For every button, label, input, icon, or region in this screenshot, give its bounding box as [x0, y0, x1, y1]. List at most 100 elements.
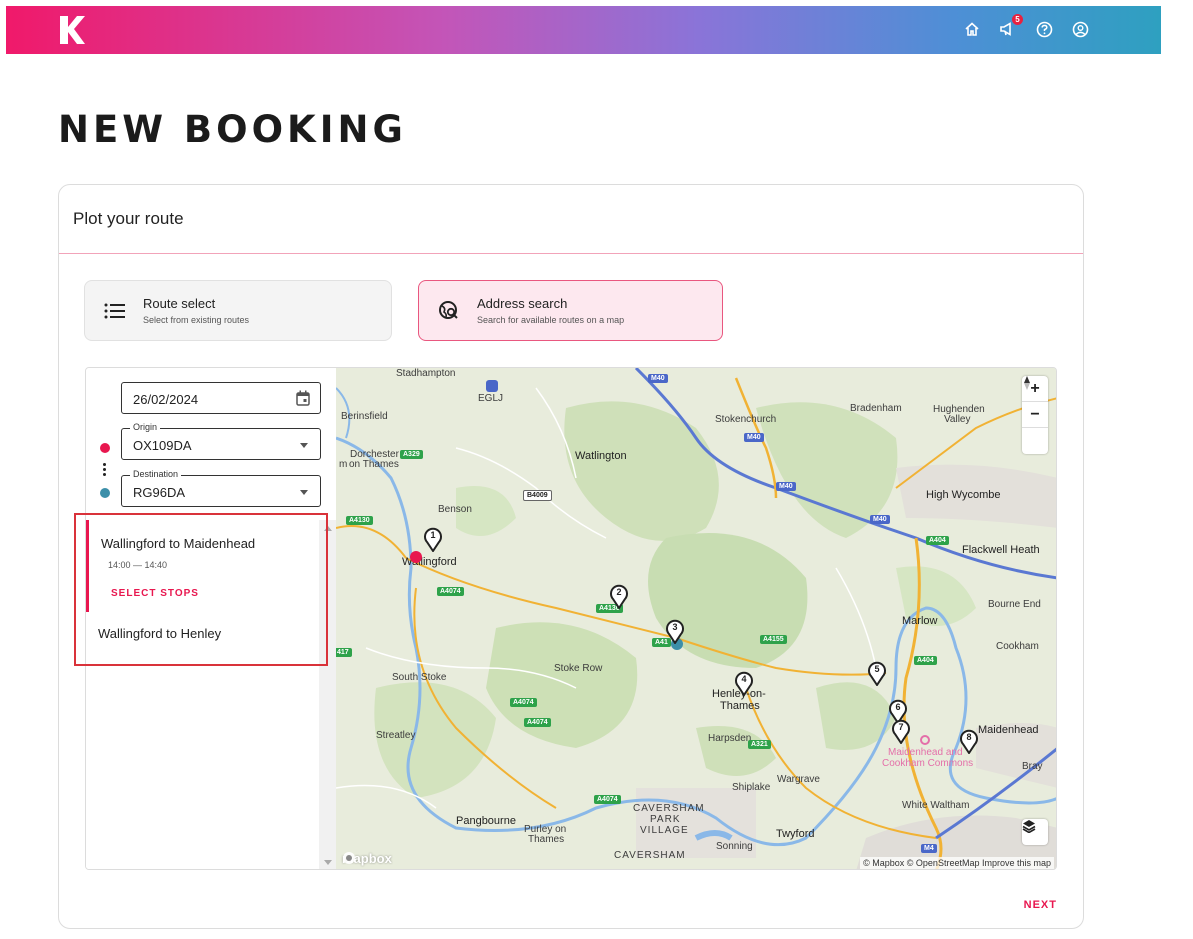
origin-value: OX109DA: [133, 438, 192, 453]
road-shield: A404: [914, 656, 937, 665]
chevron-down-icon: [300, 443, 308, 448]
mapbox-icon: [343, 852, 355, 864]
route-select-title: Route select: [143, 296, 216, 311]
road-shield: M40: [744, 433, 764, 442]
map-label: Twyford: [776, 828, 815, 840]
destination-label: Destination: [130, 469, 182, 479]
map-label: VILLAGE: [640, 825, 689, 836]
map-label: Harpsden: [708, 733, 752, 744]
address-search-title: Address search: [477, 296, 568, 311]
road-shield: A4074: [437, 587, 464, 596]
map-label: Stoke Row: [554, 663, 603, 674]
origin-label: Origin: [130, 422, 161, 432]
road-shield: M40: [776, 482, 796, 491]
home-icon[interactable]: [961, 18, 983, 40]
map-label: Berinsfield: [341, 411, 388, 422]
list-icon: [103, 299, 127, 323]
page-title: NEW BOOKING: [58, 108, 407, 151]
route-select-button[interactable]: Route select Select from existing routes: [84, 280, 392, 341]
map-label: Thames: [528, 834, 565, 845]
map-label: Cookham Commons: [882, 758, 974, 769]
road-shield: A4130: [346, 516, 373, 525]
scroll-down-icon[interactable]: [324, 860, 332, 865]
map-label: Wargrave: [777, 774, 820, 785]
map-label: CAVERSHAM: [633, 803, 705, 814]
layers-button[interactable]: [1022, 819, 1048, 845]
map-label: Shiplake: [732, 782, 771, 793]
map-label: Watlington: [575, 450, 627, 462]
help-icon[interactable]: [1033, 18, 1055, 40]
origin-select[interactable]: Origin OX109DA: [121, 422, 321, 460]
logo[interactable]: [58, 14, 86, 46]
top-navigation-bar: 5: [6, 6, 1161, 54]
map-zoom-controls: + −: [1022, 376, 1048, 454]
compass-icon: [1024, 376, 1030, 390]
address-search-button[interactable]: Address search Search for available rout…: [418, 280, 723, 341]
map-label: Stadhampton: [396, 368, 456, 379]
map-label: Bradenham: [850, 403, 902, 414]
origin-marker-dot: [100, 443, 110, 453]
road-shield: A4074: [510, 698, 537, 707]
map-label: Maidenhead: [978, 724, 1039, 736]
route-map[interactable]: Stadhampton EGLJ Berinsfield Dorchester …: [336, 368, 1056, 869]
globe-search-icon: [437, 299, 461, 323]
map-attribution[interactable]: © Mapbox © OpenStreetMap Improve this ma…: [860, 857, 1054, 869]
road-shield: M40: [648, 374, 668, 383]
map-label: EGLJ: [478, 393, 504, 404]
megaphone-icon[interactable]: 5: [997, 14, 1023, 40]
selection-highlight-box: [74, 513, 328, 666]
road-shield: M40: [870, 515, 890, 524]
road-shield: B4009: [523, 490, 552, 501]
map-label: South Stoke: [392, 672, 447, 683]
map-label: PARK: [650, 814, 681, 825]
account-icon[interactable]: [1069, 18, 1091, 40]
map-label: m: [339, 459, 348, 470]
road-shield: M4: [921, 844, 937, 853]
road-shield: A404: [926, 536, 949, 545]
map-label: Benson: [438, 504, 472, 515]
card-title: Plot your route: [73, 209, 184, 228]
map-label: Thames: [720, 700, 760, 712]
map-label: Pangbourne: [456, 815, 516, 827]
map-label: Marlow: [902, 615, 938, 627]
card-header: Plot your route: [59, 185, 1083, 254]
airfield-icon: [486, 380, 498, 392]
address-search-subtitle: Search for available routes on a map: [477, 315, 625, 325]
map-label: Valley: [944, 414, 971, 425]
date-value: 26/02/2024: [133, 392, 199, 407]
map-label: Flackwell Heath: [962, 544, 1040, 556]
map-label: Bourne End: [988, 599, 1041, 610]
route-connector-icon: [103, 463, 106, 478]
road-shield: A4155: [760, 635, 787, 644]
destination-value: RG96DA: [133, 485, 186, 500]
map-label: High Wycombe: [926, 489, 1001, 501]
route-select-subtitle: Select from existing routes: [143, 315, 250, 325]
map-label: Bray: [1022, 761, 1043, 772]
calendar-icon[interactable]: [296, 390, 310, 406]
road-shield: A4074: [594, 795, 621, 804]
road-shield: 417: [336, 648, 352, 657]
next-button[interactable]: NEXT: [1024, 899, 1057, 911]
map-label: White Waltham: [902, 800, 970, 811]
map-label: CAVERSHAM: [614, 850, 686, 861]
map-label: Stokenchurch: [715, 414, 777, 425]
notification-badge: 5: [1012, 14, 1023, 25]
origin-map-marker[interactable]: [410, 551, 422, 563]
zoom-out-button[interactable]: −: [1022, 402, 1048, 428]
map-label: Streatley: [376, 730, 416, 741]
road-shield: A4074: [524, 718, 551, 727]
compass-button[interactable]: [1022, 376, 1048, 454]
map-label: Sonning: [716, 841, 753, 852]
map-label: Cookham: [996, 641, 1039, 652]
date-field[interactable]: 26/02/2024: [121, 382, 321, 414]
destination-select[interactable]: Destination RG96DA: [121, 469, 321, 507]
chevron-down-icon: [300, 490, 308, 495]
map-background: [336, 368, 1056, 869]
destination-marker-dot: [100, 488, 110, 498]
map-label: on Thames: [349, 459, 399, 470]
layers-icon: [1022, 820, 1036, 833]
mapbox-logo[interactable]: mapbox: [342, 851, 392, 866]
park-icon: [920, 735, 930, 745]
map-label: Maidenhead and: [888, 747, 963, 758]
road-shield: A329: [400, 450, 423, 459]
